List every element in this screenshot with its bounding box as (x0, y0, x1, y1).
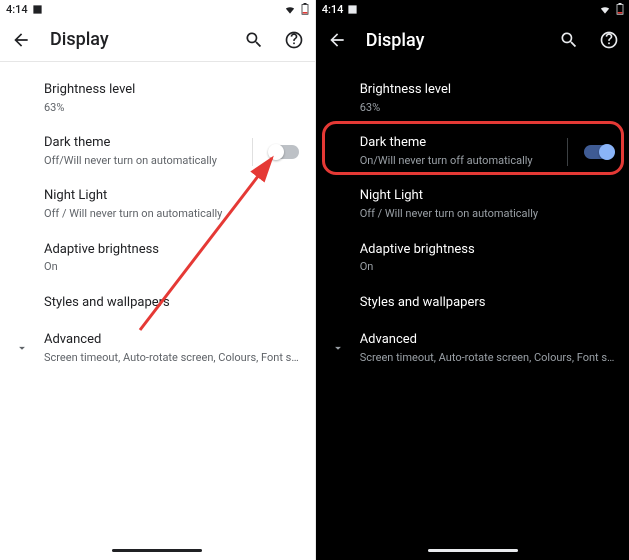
back-button[interactable] (10, 29, 32, 51)
search-button[interactable] (558, 29, 580, 51)
divider (567, 138, 568, 166)
app-bar: Display (316, 18, 629, 62)
adaptive-brightness-item[interactable]: Adaptive brightness On (316, 232, 629, 285)
settings-list: Brightness level 63% Dark theme On/Will … (316, 62, 629, 375)
dark-theme-toggle[interactable] (269, 145, 299, 159)
item-title: Styles and wallpapers (360, 295, 615, 312)
battery-icon (301, 3, 309, 15)
night-light-item[interactable]: Night Light Off / Will never turn on aut… (0, 178, 315, 231)
status-time: 4:14 (6, 3, 28, 16)
status-bar: 4:14 (0, 0, 315, 18)
adaptive-brightness-item[interactable]: Adaptive brightness On (0, 232, 315, 285)
divider (252, 138, 253, 166)
item-title: Advanced (44, 332, 299, 349)
item-subtitle: 63% (360, 101, 615, 115)
screenshot-icon (347, 4, 358, 15)
item-title: Dark theme (360, 135, 562, 152)
back-button[interactable] (326, 29, 348, 51)
status-time: 4:14 (322, 3, 344, 16)
item-subtitle: On/Will never turn off automatically (360, 154, 562, 168)
screenshot-icon (32, 4, 43, 15)
brightness-item[interactable]: Brightness level 63% (0, 72, 315, 125)
night-light-item[interactable]: Night Light Off / Will never turn on aut… (316, 178, 629, 231)
page-title: Display (366, 30, 541, 51)
help-button[interactable] (598, 29, 620, 51)
item-subtitle: Off / Will never turn on automatically (360, 207, 615, 221)
battery-icon (616, 3, 624, 15)
chevron-down-icon (14, 340, 30, 356)
search-button[interactable] (243, 29, 265, 51)
app-bar: Display (0, 18, 315, 62)
chevron-down-icon (330, 340, 346, 356)
page-title: Display (50, 29, 225, 50)
phone-dark: 4:14 Display Brightness level 63% (316, 0, 629, 560)
advanced-item[interactable]: Advanced Screen timeout, Auto-rotate scr… (0, 322, 315, 375)
settings-list: Brightness level 63% Dark theme Off/Will… (0, 62, 315, 375)
item-title: Night Light (44, 188, 299, 205)
item-title: Adaptive brightness (44, 242, 299, 259)
item-subtitle: On (360, 260, 615, 274)
item-subtitle: Off/Will never turn on automatically (44, 154, 246, 168)
styles-wallpapers-item[interactable]: Styles and wallpapers (316, 285, 629, 322)
nav-pill[interactable] (428, 549, 518, 552)
item-title: Adaptive brightness (360, 242, 615, 259)
item-title: Night Light (360, 188, 615, 205)
help-button[interactable] (283, 29, 305, 51)
item-title: Brightness level (360, 82, 615, 99)
item-title: Advanced (360, 332, 615, 349)
nav-pill[interactable] (112, 549, 202, 552)
dark-theme-item[interactable]: Dark theme Off/Will never turn on automa… (0, 125, 315, 178)
item-title: Dark theme (44, 135, 246, 152)
dark-theme-item[interactable]: Dark theme On/Will never turn off automa… (316, 125, 629, 178)
item-subtitle: Screen timeout, Auto-rotate screen, Colo… (44, 351, 299, 365)
status-bar: 4:14 (316, 0, 629, 18)
item-subtitle: Off / Will never turn on automatically (44, 207, 299, 221)
styles-wallpapers-item[interactable]: Styles and wallpapers (0, 285, 315, 322)
advanced-item[interactable]: Advanced Screen timeout, Auto-rotate scr… (316, 322, 629, 375)
item-subtitle: 63% (44, 101, 299, 115)
item-title: Styles and wallpapers (44, 295, 299, 312)
wifi-icon (598, 4, 612, 15)
item-subtitle: On (44, 260, 299, 274)
item-title: Brightness level (44, 82, 299, 99)
item-subtitle: Screen timeout, Auto-rotate screen, Colo… (360, 351, 615, 365)
phone-light: 4:14 Display Brightness level 63% (0, 0, 315, 560)
wifi-icon (283, 4, 297, 15)
brightness-item[interactable]: Brightness level 63% (316, 72, 629, 125)
dark-theme-toggle[interactable] (584, 145, 614, 159)
